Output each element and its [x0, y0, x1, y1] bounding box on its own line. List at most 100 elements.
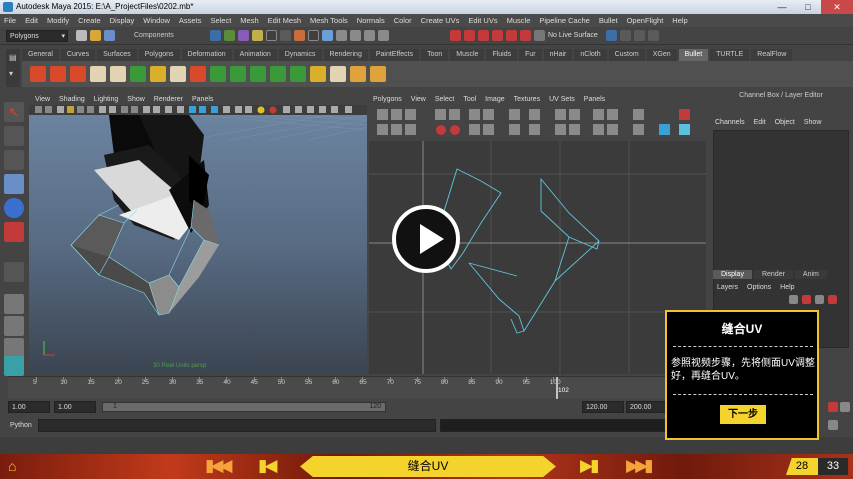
menu-mesh-tools[interactable]: Mesh Tools [310, 16, 348, 25]
paint-select-tool-icon[interactable] [4, 150, 24, 170]
uv-menu-polygons[interactable]: Polygons [373, 95, 402, 105]
playback-start-field[interactable]: 1.00 [54, 401, 96, 413]
shelf-tab-turtle[interactable]: TURTLE [710, 49, 750, 61]
shelf-tab-toon[interactable]: Toon [421, 49, 449, 61]
uv-menu-panels[interactable]: Panels [584, 95, 605, 105]
perspective-viewport[interactable]: View Shading Lighting Show Renderer Panels [29, 95, 367, 374]
move-tool-icon[interactable] [4, 174, 24, 194]
preferences-icon[interactable] [840, 402, 850, 412]
toggle-tool-settings-icon[interactable] [634, 30, 645, 41]
shelf-active-rigid-icon[interactable] [30, 66, 46, 82]
history-icon[interactable] [450, 30, 461, 41]
uv-menu-image[interactable]: Image [485, 95, 504, 105]
next-page-icon[interactable]: ▶▮ [580, 456, 600, 476]
playback-end-field[interactable]: 120.00 [582, 401, 624, 413]
shelf-tab-painteffects[interactable]: PaintEffects [369, 49, 420, 61]
render-current-icon[interactable] [464, 30, 475, 41]
menu-pipeline-cache[interactable]: Pipeline Cache [539, 16, 589, 25]
menu-edit-uvs[interactable]: Edit UVs [468, 16, 497, 25]
shelf-delete-icon[interactable] [370, 66, 386, 82]
snap-curve-icon[interactable] [336, 30, 347, 41]
layer-menu-layers[interactable]: Layers [717, 284, 738, 291]
new-layer-selected-icon[interactable] [828, 295, 837, 304]
uv-menu-textures[interactable]: Textures [514, 95, 540, 105]
close-button[interactable]: ✕ [821, 0, 853, 14]
prev-page-icon[interactable]: ▮◀ [258, 456, 278, 476]
open-scene-icon[interactable] [90, 30, 101, 41]
mask-curve-icon[interactable] [238, 30, 249, 41]
channel-menu-edit[interactable]: Edit [754, 119, 766, 126]
mode-dropdown[interactable]: Polygons ▾ [6, 30, 68, 42]
snap-view-icon[interactable] [364, 30, 375, 41]
layout-two-icon[interactable] [4, 338, 24, 358]
menu-select[interactable]: Select [210, 16, 231, 25]
menu-file[interactable]: File [4, 16, 16, 25]
shelf-solver-icon[interactable] [310, 66, 326, 82]
uv-menu-select[interactable]: Select [435, 95, 454, 105]
layout-persp-outliner-icon[interactable] [4, 356, 24, 376]
viewport-menu-panels[interactable]: Panels [192, 95, 213, 105]
save-scene-icon[interactable] [104, 30, 115, 41]
layer-tab-display[interactable]: Display [713, 270, 752, 279]
menu-create[interactable]: Create [78, 16, 101, 25]
command-language-label[interactable]: Python [10, 422, 32, 429]
hypershade-icon[interactable] [506, 30, 517, 41]
lasso-tool-icon[interactable] [4, 126, 24, 146]
shelf-constraint-icon[interactable] [130, 66, 146, 82]
shelf-tab-fluids[interactable]: Fluids [486, 49, 518, 61]
menu-edit[interactable]: Edit [25, 16, 38, 25]
current-frame-indicator[interactable]: 102 [558, 387, 569, 394]
menu-muscle[interactable]: Muscle [507, 16, 531, 25]
layout-four-icon[interactable] [4, 316, 24, 336]
layer-menu-help[interactable]: Help [780, 284, 794, 291]
rotate-tool-icon[interactable] [4, 198, 24, 218]
viewport-menu-shading[interactable]: Shading [59, 95, 85, 105]
layout-single-icon[interactable] [4, 294, 24, 314]
shelf-ragdoll-icon[interactable] [110, 66, 126, 82]
mask-dynamics-icon[interactable] [280, 30, 291, 41]
mask-deform-icon[interactable] [266, 30, 277, 41]
first-page-icon[interactable]: ▮◀◀ [205, 456, 232, 476]
shelf-tab-nhair[interactable]: nHair [543, 49, 573, 61]
minimize-button[interactable]: — [769, 0, 795, 14]
toggle-channel-box-icon[interactable] [648, 30, 659, 41]
next-step-button[interactable]: 下一步 [720, 405, 766, 424]
menu-mesh[interactable]: Mesh [240, 16, 258, 25]
snap-grid-icon[interactable] [322, 30, 333, 41]
shelf-select-icon[interactable] [330, 66, 346, 82]
menu-openflight[interactable]: OpenFlight [627, 16, 664, 25]
shelf-hinge-icon[interactable] [150, 66, 166, 82]
uv-menu-uv-sets[interactable]: UV Sets [549, 95, 575, 105]
video-play-button[interactable] [392, 205, 460, 273]
shelf-fixed-icon[interactable] [210, 66, 226, 82]
channel-menu-object[interactable]: Object [775, 119, 795, 126]
uv-menu-tool[interactable]: Tool [463, 95, 476, 105]
end-time-field[interactable]: 200.00 [626, 401, 668, 413]
range-bar[interactable]: 1 120 [102, 402, 386, 412]
scale-tool-icon[interactable] [4, 222, 24, 242]
menu-help[interactable]: Help [672, 16, 687, 25]
menu-normals[interactable]: Normals [357, 16, 385, 25]
toggle-attribute-editor-icon[interactable] [620, 30, 631, 41]
new-layer-icon[interactable] [815, 295, 824, 304]
channel-menu-channels[interactable]: Channels [715, 119, 745, 126]
last-page-icon[interactable]: ▶▶▮ [626, 456, 653, 476]
mask-surface-icon[interactable] [252, 30, 263, 41]
channel-menu-show[interactable]: Show [804, 119, 822, 126]
shelf-rigid-set-icon[interactable] [70, 66, 86, 82]
snap-point-icon[interactable] [350, 30, 361, 41]
shelf-cone-icon[interactable] [250, 66, 266, 82]
mask-misc-icon[interactable] [308, 30, 319, 41]
shelf-tab-general[interactable]: General [22, 49, 59, 61]
viewport-menu-lighting[interactable]: Lighting [94, 95, 119, 105]
layer-up-icon[interactable] [789, 295, 798, 304]
shelf-point-icon[interactable] [230, 66, 246, 82]
menu-create-uvs[interactable]: Create UVs [421, 16, 460, 25]
toggle-modeling-toolkit-icon[interactable] [606, 30, 617, 41]
shelf-tab-custom[interactable]: Custom [608, 49, 645, 61]
shelf-tab-realflow[interactable]: RealFlow [751, 49, 793, 61]
shelf-tab-rendering[interactable]: Rendering [323, 49, 368, 61]
shelf-tab-polygons[interactable]: Polygons [138, 49, 180, 61]
shelf-tab-xgen[interactable]: XGen [646, 49, 677, 61]
shelf-slider-icon[interactable] [290, 66, 306, 82]
